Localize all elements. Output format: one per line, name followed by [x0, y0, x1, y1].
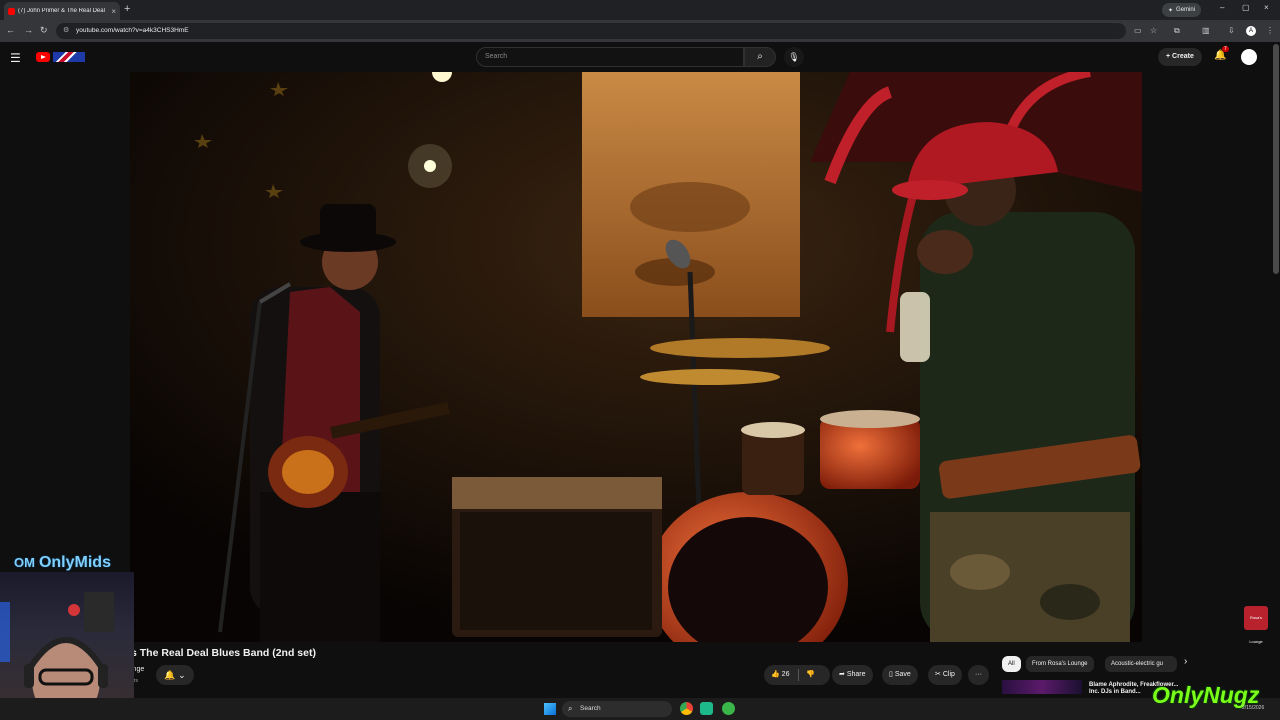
chip-acoustic-electric[interactable]: Acoustic-electric gu	[1105, 656, 1177, 672]
downloads-icon[interactable]: ⇩	[1228, 26, 1235, 35]
new-tab-button[interactable]: +	[124, 3, 130, 15]
hamburger-menu-icon[interactable]: ☰	[10, 51, 21, 65]
rosas-lounge-logo: Rosa's Lounge	[1244, 606, 1268, 644]
taskbar-date: 2/15/2026	[1242, 705, 1265, 711]
url-text: youtube.com/watch?v=a4k3CHS3HmE	[76, 27, 189, 34]
scissors-icon: ✂	[935, 671, 941, 678]
page-scrollbar[interactable]	[1272, 44, 1280, 280]
close-window-icon[interactable]: ×	[1264, 3, 1269, 12]
browser-tab[interactable]: (7) John Primer & The Real Deal ×	[4, 2, 120, 20]
gemini-label: Gemini	[1176, 7, 1196, 13]
chip-all[interactable]: All	[1002, 656, 1021, 672]
create-button[interactable]: + Create	[1158, 48, 1202, 66]
youtube-logo[interactable]	[36, 52, 50, 62]
chrome-app-icon[interactable]	[680, 702, 693, 715]
share-icon: ➦	[839, 671, 845, 678]
browser-toolbar: ← → ↻ ⚙ youtube.com/watch?v=a4k3CHS3HmE …	[0, 20, 1280, 42]
save-label: Save	[894, 671, 911, 678]
browser-tab-bar: (7) John Primer & The Real Deal × + ✦ Ge…	[0, 0, 1280, 20]
extensions-icon[interactable]: ⧉	[1174, 26, 1180, 36]
save-button[interactable]: ▯ Save	[882, 665, 918, 685]
site-info-icon[interactable]: ⚙	[63, 23, 69, 39]
scrollbar-thumb[interactable]	[1273, 44, 1279, 274]
windows-start-icon[interactable]	[544, 703, 556, 715]
app-icon-2[interactable]	[722, 702, 735, 715]
share-button[interactable]: ➦ Share	[832, 665, 873, 685]
clip-button[interactable]: ✂ Clip	[928, 665, 962, 685]
bookmark-star-icon[interactable]: ☆	[1150, 26, 1157, 35]
taskbar-search-icon: ⌕	[568, 704, 573, 713]
clip-label: Clip	[942, 671, 955, 678]
cast-icon[interactable]: ▭	[1134, 26, 1142, 35]
search-input[interactable]: Search	[476, 47, 744, 67]
union-jack-logo-icon	[53, 52, 85, 62]
search-icon[interactable]: ⌕	[744, 47, 776, 67]
onlymids-text: OnlyMids	[38, 554, 111, 571]
minimize-icon[interactable]: –	[1220, 3, 1224, 12]
app-icon[interactable]	[700, 702, 713, 715]
taskbar-search-label: Search	[580, 705, 601, 712]
tab-title: (7) John Primer & The Real Deal	[18, 8, 105, 14]
chevron-right-icon[interactable]: ›	[1184, 656, 1187, 667]
gemini-button[interactable]: ✦ Gemini	[1162, 3, 1202, 17]
forward-icon[interactable]: →	[24, 25, 33, 35]
back-icon[interactable]: ←	[6, 25, 15, 35]
voice-search-icon[interactable]: 🎙	[784, 47, 804, 67]
more-actions-button[interactable]: ···	[968, 665, 989, 685]
video-title: s The Real Deal Blues Band (2nd set)	[131, 647, 316, 659]
save-icon: ▯	[889, 671, 893, 678]
notifications-badge: 7	[1222, 46, 1229, 52]
maximize-icon[interactable]: ▢	[1242, 3, 1250, 12]
reload-icon[interactable]: ↻	[40, 25, 48, 36]
youtube-header: ☰ Search ⌕ 🎙 + Create 🔔 7	[0, 42, 1280, 72]
video-player[interactable]	[130, 72, 1142, 642]
account-avatar[interactable]	[1241, 49, 1257, 65]
profile-avatar[interactable]: A	[1246, 26, 1256, 36]
like-divider	[798, 669, 799, 681]
recommended-video-thumbnail[interactable]	[1002, 680, 1082, 694]
windows-taskbar: ⌕ Search	[0, 698, 1280, 720]
like-count: 26	[781, 671, 790, 678]
like-button[interactable]: 👍 26 👎	[764, 665, 830, 685]
tab-close-icon[interactable]: ×	[111, 7, 116, 16]
dislike-icon[interactable]: 👎	[806, 665, 815, 685]
onlymids-logo: OM OnlyMids	[14, 554, 111, 572]
youtube-favicon-icon	[8, 7, 15, 15]
browser-menu-icon[interactable]: ⋮	[1266, 26, 1274, 35]
subscription-bell-button[interactable]: 🔔 ⌄	[156, 665, 194, 685]
taskbar-search[interactable]: ⌕ Search	[562, 701, 672, 717]
address-bar[interactable]: ⚙ youtube.com/watch?v=a4k3CHS3HmE	[56, 23, 1126, 39]
video-frame	[130, 72, 1142, 642]
thumbs-up-icon: 👍	[771, 671, 780, 678]
create-label: Create	[1172, 53, 1194, 60]
sidepanel-icon[interactable]: ▥	[1202, 26, 1210, 35]
share-label: Share	[846, 671, 866, 678]
chip-from-rosas-lounge[interactable]: From Rosa's Lounge	[1026, 656, 1094, 672]
onlymids-mark: OM	[14, 555, 35, 570]
gemini-icon: ✦	[1168, 7, 1174, 14]
